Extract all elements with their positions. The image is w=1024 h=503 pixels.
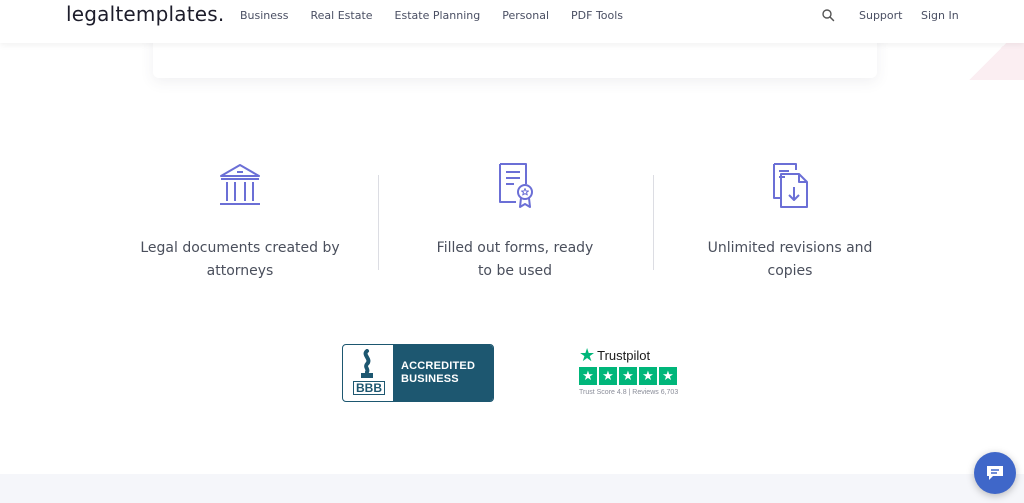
nav-estate-planning[interactable]: Estate Planning (395, 9, 481, 22)
trustpilot-star-icon: ★ (579, 345, 596, 365)
feature-text: Filled out forms, ready to be used (436, 240, 594, 279)
star-icon: ★ (619, 367, 637, 385)
bbb-mark: BBB (353, 381, 385, 395)
main-nav: Business Real Estate Estate Planning Per… (240, 9, 645, 22)
bank-building-icon (220, 164, 260, 205)
feature-text: Legal documents created by attorneys (140, 240, 340, 279)
trustpilot-badge[interactable]: ★ Trustpilot ★ ★ ★ ★ ★ Trust Score 4.8 |… (579, 345, 699, 396)
feature-attorneys: Legal documents created by attorneys (130, 160, 350, 283)
site-logo[interactable]: legaltemplates. (66, 2, 224, 26)
nav-real-estate[interactable]: Real Estate (311, 9, 373, 22)
bbb-line2: BUSINESS (401, 373, 459, 385)
support-link[interactable]: Support (859, 9, 902, 22)
bbb-accredited-badge[interactable]: BBB ACCREDITED BUSINESS (342, 344, 494, 402)
nav-pdf-tools[interactable]: PDF Tools (571, 9, 623, 22)
feature-forms: Filled out forms, ready to be used (405, 160, 625, 283)
document-download-icon (773, 163, 808, 208)
trustpilot-score: Trust Score 4.8 | Reviews 6,703 (579, 389, 679, 396)
star-icon: ★ (579, 367, 597, 385)
trustpilot-header: ★ Trustpilot (579, 345, 699, 365)
star-icon: ★ (659, 367, 677, 385)
bbb-logo: BBB (343, 345, 393, 401)
nav-personal[interactable]: Personal (502, 9, 549, 22)
star-icon: ★ (599, 367, 617, 385)
certificate-document-icon (499, 163, 533, 208)
nav-business[interactable]: Business (240, 9, 289, 22)
chat-button[interactable] (974, 452, 1016, 494)
feature-text: Unlimited revisions and copies (707, 240, 873, 279)
site-header: legaltemplates. Business Real Estate Est… (0, 0, 1024, 43)
divider (378, 175, 379, 270)
sign-in-link[interactable]: Sign In (921, 9, 959, 22)
search-icon[interactable] (821, 8, 835, 22)
trustpilot-brand: Trustpilot (597, 347, 651, 363)
feature-revisions: Unlimited revisions and copies (680, 160, 900, 283)
star-icon: ★ (639, 367, 657, 385)
bbb-torch-icon (361, 349, 373, 378)
bbb-line1: ACCREDITED (401, 360, 476, 372)
trustpilot-rating-stars: ★ ★ ★ ★ ★ (579, 367, 699, 385)
chat-icon (987, 466, 1003, 480)
bbb-text: ACCREDITED BUSINESS (393, 345, 493, 401)
footer-strip (0, 474, 1024, 503)
divider (653, 175, 654, 270)
